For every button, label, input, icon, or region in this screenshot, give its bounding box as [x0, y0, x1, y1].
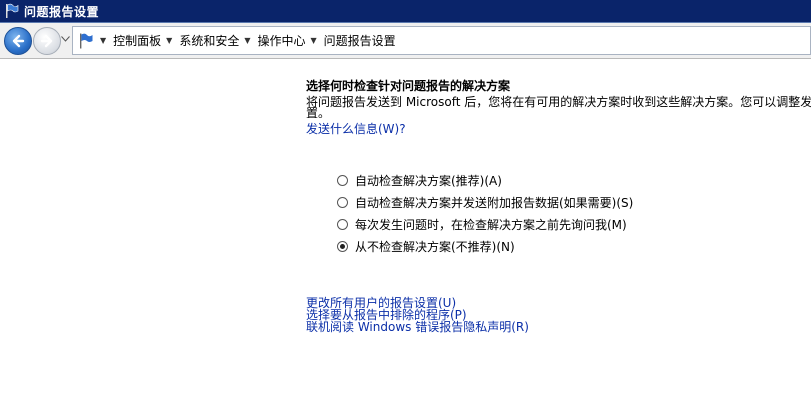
action-center-flag-icon	[80, 33, 93, 48]
radio-auto-check-send-data[interactable]	[337, 196, 348, 208]
breadcrumb: ▼ 控制面板 ▼ 系统和安全 ▼ 操作中心 ▼ 问题报告设置	[95, 32, 396, 49]
option-label: 自动检查解决方案并发送附加报告数据(如果需要)(S)	[355, 195, 634, 210]
option-never-check[interactable]: 从不检查解决方案(不推荐)(N)	[337, 235, 633, 257]
breadcrumb-arrow-icon[interactable]: ▼	[166, 36, 172, 45]
breadcrumb-arrow-icon[interactable]: ▼	[100, 36, 106, 45]
option-auto-check[interactable]: 自动检查解决方案(推荐)(A)	[337, 169, 633, 191]
flag-icon	[6, 3, 19, 18]
navigation-bar: ▼ 控制面板 ▼ 系统和安全 ▼ 操作中心 ▼ 问题报告设置	[0, 23, 811, 59]
breadcrumb-item-system-security[interactable]: 系统和安全	[179, 32, 239, 49]
option-label: 从不检查解决方案(不推荐)(N)	[355, 239, 515, 254]
window-title: 问题报告设置	[24, 4, 100, 19]
option-label: 自动检查解决方案(推荐)(A)	[355, 173, 502, 188]
forward-arrow-icon	[40, 34, 53, 48]
page-heading: 选择何时检查针对问题报告的解决方案	[306, 79, 511, 93]
chevron-down-icon[interactable]	[61, 36, 70, 42]
title-bar: 问题报告设置	[0, 0, 811, 23]
breadcrumb-item-action-center[interactable]: 操作中心	[258, 32, 306, 49]
privacy-statement-link[interactable]: 联机阅读 Windows 错误报告隐私声明(R)	[306, 318, 529, 335]
description-text-continued: 置。	[306, 106, 331, 120]
what-information-sent-link[interactable]: 发送什么信息(W)?	[306, 120, 406, 137]
breadcrumb-arrow-icon[interactable]: ▼	[244, 36, 250, 45]
radio-auto-check[interactable]	[337, 174, 348, 186]
radio-ask-each-time[interactable]	[337, 218, 348, 230]
back-arrow-icon	[12, 34, 25, 48]
description-text: 将问题报告发送到 Microsoft 后，您将在有可用的解决方案时收到这些解决方…	[306, 95, 811, 109]
breadcrumb-arrow-icon[interactable]: ▼	[311, 36, 317, 45]
address-bar[interactable]: ▼ 控制面板 ▼ 系统和安全 ▼ 操作中心 ▼ 问题报告设置	[72, 26, 811, 55]
option-auto-check-send-data[interactable]: 自动检查解决方案并发送附加报告数据(如果需要)(S)	[337, 191, 633, 213]
forward-button[interactable]	[33, 27, 61, 55]
back-button[interactable]	[4, 27, 32, 55]
option-label: 每次发生问题时，在检查解决方案之前先询问我(M)	[355, 217, 627, 232]
radio-never-check[interactable]	[337, 240, 348, 252]
breadcrumb-item-control-panel[interactable]: 控制面板	[113, 32, 161, 49]
option-ask-each-time[interactable]: 每次发生问题时，在检查解决方案之前先询问我(M)	[337, 213, 633, 235]
content-area: 选择何时检查针对问题报告的解决方案 将问题报告发送到 Microsoft 后，您…	[0, 59, 811, 400]
breadcrumb-item-problem-report-settings[interactable]: 问题报告设置	[324, 32, 396, 49]
solution-options-group: 自动检查解决方案(推荐)(A) 自动检查解决方案并发送附加报告数据(如果需要)(…	[337, 169, 633, 257]
